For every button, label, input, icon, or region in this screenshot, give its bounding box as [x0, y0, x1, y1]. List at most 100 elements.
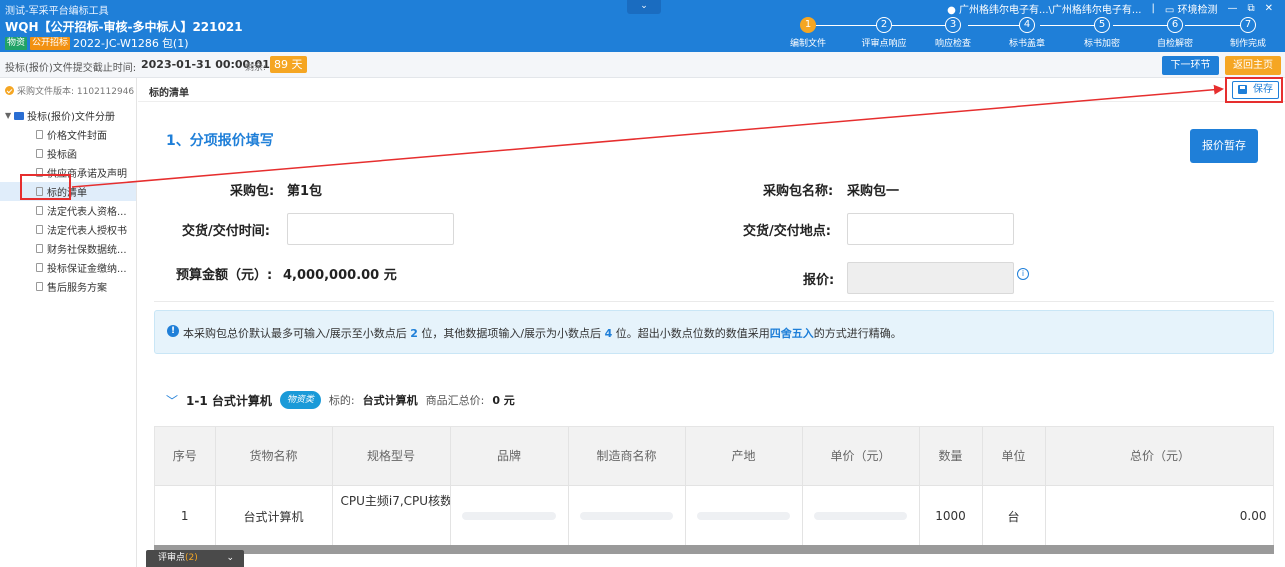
delivery-place-input[interactable] — [847, 213, 1014, 245]
step-number: 1 — [800, 17, 816, 33]
package-name-value: 采购包一 — [847, 184, 900, 199]
tree-item-after-sales[interactable]: 售后服务方案 — [0, 277, 136, 296]
user-account[interactable]: ● 广州格纬尔电子有...\广州格纬尔电子有... — [947, 1, 1141, 16]
step-number: 6 — [1167, 17, 1183, 33]
return-home-button[interactable]: 返回主页 — [1225, 56, 1281, 75]
step-label: 自检解密 — [1156, 39, 1193, 49]
step-number: 3 — [945, 17, 961, 33]
input-placeholder — [814, 512, 907, 521]
item-total-value: 0 元 — [492, 394, 515, 407]
input-placeholder — [462, 512, 556, 521]
step-5[interactable]: 5 标书加密 — [1067, 17, 1137, 49]
tree-item-deposit[interactable]: 投标保证金缴纳... — [0, 258, 136, 277]
item-subsection-header[interactable]: ﹀ 1-1 台式计算机 物资类 标的: 台式计算机 商品汇总价: 0 元 — [166, 390, 515, 410]
notice-rounding-rule: 四舍五入 — [769, 327, 814, 340]
env-check-button[interactable]: ▭ 环境检测 — [1165, 1, 1218, 16]
tree-item-label: 法定代表人资格... — [47, 207, 127, 218]
tree-items: 价格文件封面 投标函 供应商承诺及声明 标的清单 法定代表人资格... 法定代表… — [0, 125, 136, 296]
col-origin: 产地 — [685, 427, 803, 485]
cell-unit-price-input[interactable] — [802, 484, 920, 546]
package-value: 第1包 — [287, 184, 323, 199]
step-7[interactable]: 7 制作完成 — [1213, 17, 1283, 49]
step-label: 标书盖章 — [1008, 39, 1045, 49]
delivery-time-input[interactable] — [287, 213, 454, 245]
monitor-icon: ▭ — [1164, 5, 1175, 16]
cell-origin-input[interactable] — [685, 484, 803, 546]
input-placeholder — [580, 512, 673, 521]
document-icon — [36, 282, 43, 291]
step-number: 2 — [876, 17, 892, 33]
tree-item-finance-stats[interactable]: 财务社保数据统... — [0, 239, 136, 258]
step-label: 评审点响应 — [861, 39, 907, 49]
step-number: 4 — [1019, 17, 1035, 33]
cell-no: 1 — [155, 484, 216, 546]
col-manufacturer: 制造商名称 — [568, 427, 686, 485]
tree-item-legal-rep-qualification[interactable]: 法定代表人资格... — [0, 201, 136, 220]
chevron-down-icon[interactable]: ⌄ — [226, 550, 234, 567]
package-label: 采购包: — [230, 184, 275, 199]
tree-item-price-cover[interactable]: 价格文件封面 — [0, 125, 136, 144]
step-2[interactable]: 2 评审点响应 — [849, 17, 919, 49]
item-total-label: 商品汇总价: — [425, 394, 485, 407]
cell-unit: 台 — [982, 484, 1046, 546]
project-package: 包(1) — [161, 37, 189, 50]
precision-notice: ! 本采购包总价默认最多可输入/展示至小数点后 2 位，其他数据项输入/展示为小… — [154, 310, 1274, 354]
collapse-header-button[interactable]: ⌄ — [627, 0, 661, 14]
close-button[interactable]: ✕ — [1265, 3, 1273, 14]
review-points-tab[interactable]: 评审点(2) ⌄ — [146, 550, 244, 567]
cell-goods-name: 台式计算机 — [215, 484, 333, 546]
col-total-price: 总价（元） — [1045, 427, 1273, 485]
tree-item-label: 售后服务方案 — [47, 283, 107, 294]
col-unit: 单位 — [982, 427, 1046, 485]
project-code: 2022-JC-W1286 — [73, 36, 159, 50]
tree-item-label: 投标保证金缴纳... — [47, 264, 127, 275]
env-check-label: 环境检测 — [1177, 5, 1218, 16]
folder-icon — [14, 111, 25, 120]
review-label: 评审点 — [158, 553, 186, 563]
document-icon — [36, 244, 43, 253]
tree-item-authorization[interactable]: 法定代表人授权书 — [0, 220, 136, 239]
cell-brand-input[interactable] — [450, 484, 569, 546]
quote-label: 报价: — [803, 273, 835, 288]
deadline-bar: 投标(报价)文件提交截止时间: 2023-01-31 00:00:01 剩余: … — [0, 52, 1285, 78]
table-row: 1 台式计算机 CPU主频i7,CPU核数: 1000 台 0.00 — [155, 484, 1273, 546]
next-step-button[interactable]: 下一环节 — [1162, 56, 1219, 75]
main-content: 标的清单 保存 1、分项报价填写 报价暂存 采购包: 第1包 采购包名称: 采购… — [138, 78, 1285, 567]
project-title: WQH【公开招标-审核-多中标人】221021 — [5, 20, 243, 34]
notice-part: 的方式进行精确。 — [813, 327, 902, 340]
separator: | — [1151, 3, 1155, 14]
col-unit-price: 单价（元） — [802, 427, 920, 485]
target-label: 标的: — [328, 394, 355, 407]
notice-total-decimals: 2 — [410, 327, 418, 340]
target-value: 台式计算机 — [362, 394, 418, 407]
document-icon — [36, 149, 43, 158]
cell-manufacturer-input[interactable] — [568, 484, 686, 546]
user-account-label: 广州格纬尔电子有...\广州格纬尔电子有... — [959, 5, 1142, 16]
step-1[interactable]: 1 编制文件 — [773, 17, 843, 49]
document-icon — [36, 225, 43, 234]
chevron-down-icon[interactable]: ﹀ — [166, 392, 178, 409]
step-connector — [1113, 25, 1174, 26]
info-icon[interactable]: i — [1017, 268, 1029, 280]
delivery-place-label: 交货/交付地点: — [743, 224, 831, 239]
temp-save-quote-button[interactable]: 报价暂存 — [1190, 129, 1258, 163]
step-4[interactable]: 4 标书盖章 — [992, 17, 1062, 49]
restore-button[interactable]: ⧉ — [1247, 3, 1254, 14]
category-pill: 物资类 — [279, 391, 321, 409]
notice-part: 位，其他数据项输入/展示为小数点后 — [417, 327, 605, 340]
app-title: 测试-军采平台编标工具 — [5, 6, 109, 17]
minimize-button[interactable]: — — [1227, 3, 1237, 14]
version-info: 采购文件版本: 1102112946 — [5, 84, 134, 97]
delivery-time-label: 交货/交付时间: — [182, 224, 270, 239]
step-connector — [816, 25, 882, 26]
tree-root-node[interactable]: ▼ 投标(报价)文件分册 — [5, 108, 115, 123]
section-title: 1、分项报价填写 — [166, 133, 274, 149]
tree-item-bid-letter[interactable]: 投标函 — [0, 144, 136, 163]
step-connector — [1185, 25, 1247, 26]
tree-item-label: 价格文件封面 — [47, 131, 107, 142]
caret-down-icon[interactable]: ▼ — [5, 111, 11, 120]
step-3[interactable]: 3 响应检查 — [918, 17, 988, 49]
cell-spec[interactable]: CPU主频i7,CPU核数: — [332, 484, 451, 546]
horizontal-scrollbar[interactable] — [154, 545, 1274, 554]
step-6[interactable]: 6 自检解密 — [1140, 17, 1210, 49]
